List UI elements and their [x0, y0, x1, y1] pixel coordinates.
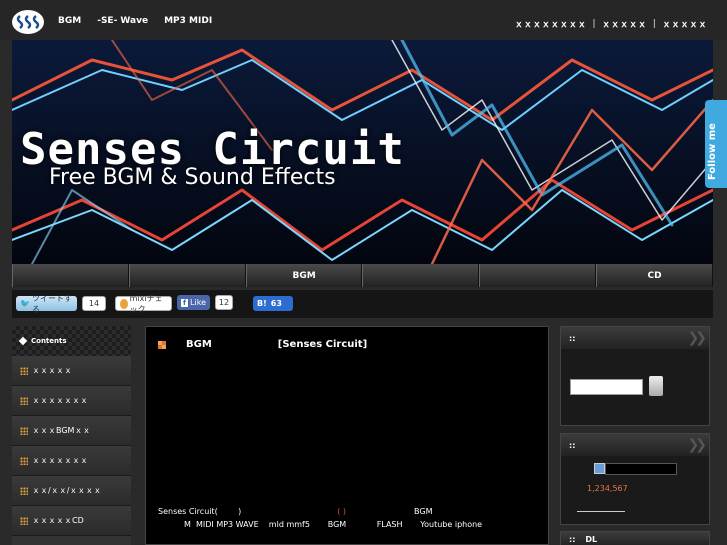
mixi-icon: [120, 298, 128, 309]
sidebar-item-label: ｘｘｘｘｘｘｘ: [32, 456, 88, 465]
left-sidebar: Contents ｘｘｘｘｘ ｘｘｘｘｘｘｘ ｘｘｘBGMｘｘ ｘｘｘｘｘｘｘ …: [12, 326, 131, 545]
counter-icon: [594, 463, 605, 474]
page-title-main: BGM: [186, 339, 212, 350]
tab-1[interactable]: [12, 264, 129, 287]
hatena-bookmark-button[interactable]: B! 63: [253, 296, 293, 311]
sidebar-item-6[interactable]: ｘｘｘｘｘCD: [12, 506, 131, 536]
tab-bgm[interactable]: BGM: [245, 264, 363, 287]
download-heading-label: DL: [585, 534, 598, 544]
page-title: BGM [Senses Circuit]: [158, 339, 367, 350]
sidebar-item-label: ｘｘｘｘｘ: [32, 366, 72, 375]
main-tabs: BGM CD: [12, 264, 713, 287]
facebook-like-count: 12: [215, 295, 233, 310]
banner-subtitle: Free BGM & Sound Effects: [49, 165, 336, 190]
intro-line-1: Senses Circuit( ) ( ) BGM: [158, 507, 432, 516]
intro-line-2: M MIDI MP3 WAVE mld mmf5 BGM FLASH Youtu…: [184, 520, 483, 529]
sidebar-item-3[interactable]: ｘｘｘBGMｘｘ: [12, 416, 131, 446]
counter-bar: [605, 463, 677, 475]
header: BGM -SE- Wave MP3 MIDI ｘｘｘｘｘｘｘｘ | ｘｘｘｘｘ …: [0, 0, 727, 40]
intro-text-red: ( ): [337, 507, 347, 516]
search-heading: :: ❯❯: [561, 327, 709, 349]
divider: |: [652, 18, 656, 29]
download-box: :: DL: [560, 531, 710, 545]
tab-5[interactable]: [479, 264, 597, 287]
sidebar-item-4[interactable]: ｘｘｘｘｘｘｘ: [12, 446, 131, 476]
divider: [577, 511, 625, 512]
mixi-check-button[interactable]: mixiチェック: [115, 294, 172, 314]
top-link-3[interactable]: ｘｘｘｘｘ: [662, 17, 707, 30]
main-content: BGM [Senses Circuit] Senses Circuit( ) ( …: [145, 326, 549, 545]
nav-se-wave[interactable]: -SE- Wave: [97, 16, 148, 26]
hatena-count: 63: [270, 299, 282, 308]
download-heading: :: DL: [561, 532, 709, 545]
double-chevron-icon: ❯❯: [687, 437, 708, 453]
tweet-label: ツイートする: [31, 293, 72, 314]
top-links: ｘｘｘｘｘｘｘｘ | ｘｘｘｘｘ | ｘｘｘｘｘ: [514, 17, 707, 31]
search-button[interactable]: [649, 376, 663, 396]
site-logo[interactable]: [10, 8, 46, 36]
tweet-count: 14: [82, 296, 106, 311]
dots-icon: [20, 486, 28, 495]
top-link-2[interactable]: ｘｘｘｘｘ: [602, 17, 647, 30]
hatena-icon: B!: [257, 299, 267, 308]
tab-cd[interactable]: CD: [596, 264, 713, 287]
search-heading-label: ::: [569, 333, 576, 343]
top-nav: BGM -SE- Wave MP3 MIDI: [58, 16, 228, 26]
contents-heading-label: Contents: [31, 337, 67, 345]
follow-me-label: Follow me: [707, 123, 718, 180]
sidebar-item-label: ｘｘｘｘｘCD: [32, 516, 84, 525]
counter-heading: :: ❯❯: [561, 434, 709, 456]
dots-icon: [20, 516, 28, 525]
sidebar-item-2[interactable]: ｘｘｘｘｘｘｘ: [12, 386, 131, 416]
sidebar-item-1[interactable]: ｘｘｘｘｘ: [12, 356, 131, 386]
contents-heading: Contents: [12, 326, 131, 356]
dots-icon: ::: [569, 534, 576, 544]
social-bar: 🐦 ツイートする 14 mixiチェック f Like 12 B! 63: [12, 290, 713, 318]
diamond-icon: [18, 336, 28, 346]
dots-icon: [20, 426, 28, 435]
sidebar-item-label: ｘｘｘBGMｘｘ: [32, 426, 91, 435]
divider: |: [592, 18, 596, 29]
twitter-icon: 🐦: [20, 299, 30, 308]
facebook-like-label: Like: [190, 298, 206, 307]
nav-bgm[interactable]: BGM: [58, 16, 81, 26]
double-chevron-icon: ❯❯: [687, 330, 708, 346]
follow-me-tab[interactable]: Follow me: [705, 100, 727, 188]
tweet-button[interactable]: 🐦 ツイートする: [16, 294, 77, 314]
intro-text-b: BGM: [414, 507, 433, 516]
mixi-label: mixiチェック: [129, 293, 163, 314]
facebook-like-button[interactable]: f Like: [177, 295, 210, 310]
tab-2[interactable]: [128, 264, 246, 287]
page-title-site: [Senses Circuit]: [277, 339, 368, 350]
grid-icon: [158, 340, 166, 349]
dots-icon: [20, 396, 28, 405]
hero-banner: Senses Circuit Free BGM & Sound Effects: [12, 40, 713, 264]
counter-heading-label: ::: [569, 440, 576, 450]
top-link-1[interactable]: ｘｘｘｘｘｘｘｘ: [514, 17, 586, 30]
search-input[interactable]: [570, 379, 643, 395]
facebook-icon: f: [181, 298, 189, 307]
dots-icon: [20, 456, 28, 465]
counter-value: 1,234,567: [587, 484, 628, 493]
sidebar-item-label: ｘｘ/ｘｘ/ｘｘｘｘ: [32, 486, 102, 495]
sidebar-item-label: ｘｘｘｘｘｘｘ: [32, 396, 88, 405]
sidebar-item-5[interactable]: ｘｘ/ｘｘ/ｘｘｘｘ: [12, 476, 131, 506]
search-box: :: ❯❯: [560, 326, 710, 426]
counter-box: :: ❯❯ 1,234,567: [560, 433, 710, 525]
tab-4[interactable]: [362, 264, 480, 287]
dots-icon: [20, 366, 28, 375]
nav-mp3-midi[interactable]: MP3 MIDI: [164, 16, 212, 26]
intro-text-a: Senses Circuit( ): [158, 507, 242, 516]
